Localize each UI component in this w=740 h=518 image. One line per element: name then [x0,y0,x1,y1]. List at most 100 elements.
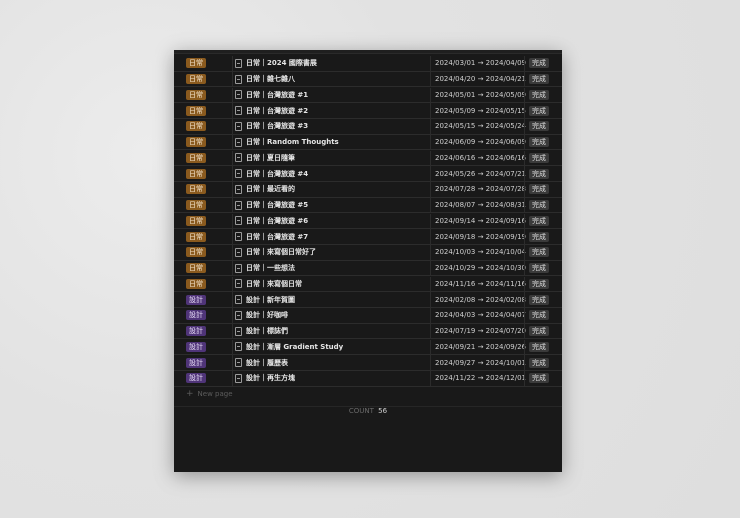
title-cell[interactable]: 設計｜再生方塊 [232,371,430,386]
category-cell: 日常 [174,214,232,229]
table-row[interactable]: 日常 日常｜台灣旅遊 #7 2024/09/18 → 2024/09/19 完成 [174,229,562,245]
new-page-button[interactable]: + New page [186,389,233,399]
table-row[interactable]: 設計 設計｜再生方塊 2024/11/22 → 2024/12/01 完成 [174,371,562,387]
category-cell: 日常 [174,229,232,244]
page-icon [235,373,242,383]
category-tag: 日常 [186,137,206,148]
title-cell[interactable]: 日常｜台灣旅遊 #2 [232,103,430,118]
title-cell[interactable]: 日常｜最近看的 [232,182,430,197]
table-row[interactable]: 日常 日常｜來寫個日常 2024/11/16 → 2024/11/16 完成 [174,276,562,293]
status-badge: 完成 [529,341,549,352]
table-row[interactable]: 設計 設計｜漸層 Gradient Study 2024/09/21 → 2024/… [174,339,562,356]
page-title[interactable]: 日常｜台灣旅遊 #7 [246,232,308,242]
page-title[interactable]: 日常｜台灣旅遊 #2 [246,106,308,116]
table-row[interactable]: 日常 日常｜台灣旅遊 #2 2024/05/09 → 2024/05/15 完成 [174,103,562,119]
title-cell[interactable]: 設計｜標誌們 [232,323,430,339]
title-cell[interactable]: 日常｜Random Thoughts [232,134,430,150]
date-range: 2024/04/20 → 2024/04/21 [430,71,526,87]
page-title[interactable]: 日常｜台灣旅遊 #3 [246,121,308,131]
date-range: 2024/04/03 → 2024/04/07 [430,308,526,323]
table-row[interactable]: 日常 日常｜台灣旅遊 #1 2024/05/01 → 2024/05/09 完成 [174,87,562,104]
page-title[interactable]: 日常｜雜七雜八 [246,74,295,84]
page-title[interactable]: 設計｜標誌們 [246,326,288,336]
table-row[interactable]: 設計 設計｜好咖啡 2024/04/03 → 2024/04/07 完成 [174,308,562,324]
title-cell[interactable]: 設計｜漸層 Gradient Study [232,339,430,355]
date-range: 2024/07/28 → 2024/07/28 [430,182,526,197]
page-icon [235,200,242,210]
title-cell[interactable]: 日常｜台灣旅遊 #1 [232,87,430,103]
category-tag: 日常 [186,58,206,69]
date-range: 2024/05/01 → 2024/05/09 [430,87,526,103]
status-cell: 完成 [524,56,562,71]
page-title[interactable]: 設計｜好咖啡 [246,310,288,320]
table-row[interactable]: 日常 日常｜Random Thoughts 2024/06/09 → 2024/06… [174,134,562,151]
title-cell[interactable]: 日常｜來寫個日常好了 [232,245,430,260]
status-badge: 完成 [529,58,549,69]
status-cell: 完成 [524,323,562,339]
category-cell: 日常 [174,151,232,166]
page-title[interactable]: 日常｜台灣旅遊 #4 [246,169,308,179]
status-cell: 完成 [524,119,562,134]
title-cell[interactable]: 日常｜夏日隨筆 [232,150,430,166]
table-row[interactable]: 日常 日常｜台灣旅遊 #3 2024/05/15 → 2024/05/24 完成 [174,119,562,135]
page-title[interactable]: 日常｜2024 國際書展 [246,58,317,68]
category-tag: 日常 [186,231,206,242]
status-badge: 完成 [529,373,549,384]
status-badge: 完成 [529,74,549,85]
table-row[interactable]: 設計 設計｜履歷表 2024/09/27 → 2024/10/01 完成 [174,355,562,371]
page-title[interactable]: 設計｜漸層 Gradient Study [246,342,343,352]
page-title[interactable]: 日常｜Random Thoughts [246,137,339,147]
category-cell: 設計 [174,308,232,323]
table-row[interactable]: 日常 日常｜夏日隨筆 2024/06/16 → 2024/06/16 完成 [174,150,562,167]
page-title[interactable]: 日常｜台灣旅遊 #1 [246,90,308,100]
page-title[interactable]: 設計｜再生方塊 [246,373,295,383]
page-title[interactable]: 日常｜來寫個日常 [246,279,302,289]
category-tag: 日常 [186,89,206,100]
page-title[interactable]: 日常｜來寫個日常好了 [246,247,316,257]
title-cell[interactable]: 日常｜來寫個日常 [232,276,430,292]
status-badge: 完成 [529,247,549,258]
table-row[interactable]: 設計 設計｜新年賀圖 2024/02/08 → 2024/02/08 完成 [174,292,562,308]
title-cell[interactable]: 設計｜新年賀圖 [232,292,430,307]
page-title[interactable]: 日常｜最近看的 [246,184,295,194]
page-icon [235,58,242,68]
table-row[interactable]: 日常 日常｜一些想法 2024/10/29 → 2024/10/30 完成 [174,260,562,277]
count-label: COUNT [348,407,374,415]
title-cell[interactable]: 日常｜2024 國際書展 [232,56,430,71]
title-cell[interactable]: 設計｜好咖啡 [232,308,430,323]
category-cell: 日常 [174,135,232,150]
table-row[interactable]: 日常 日常｜來寫個日常好了 2024/10/03 → 2024/10/04 完成 [174,245,562,261]
page-icon [235,121,242,131]
title-cell[interactable]: 日常｜一些想法 [232,260,430,276]
page-title[interactable]: 日常｜台灣旅遊 #6 [246,216,308,226]
title-cell[interactable]: 日常｜台灣旅遊 #7 [232,229,430,244]
table-row[interactable]: 設計 設計｜標誌們 2024/07/19 → 2024/07/20 完成 [174,323,562,340]
page-title[interactable]: 設計｜新年賀圖 [246,295,295,305]
table-row[interactable]: 日常 日常｜台灣旅遊 #6 2024/09/14 → 2024/09/16 完成 [174,213,562,230]
page-title[interactable]: 日常｜台灣旅遊 #5 [246,200,308,210]
table-row[interactable]: 日常 日常｜最近看的 2024/07/28 → 2024/07/28 完成 [174,182,562,198]
table-row[interactable]: 日常 日常｜台灣旅遊 #5 2024/08/07 → 2024/08/31 完成 [174,197,562,214]
status-cell: 完成 [524,134,562,150]
page-icon [235,279,242,289]
page-icon [235,342,242,352]
table-row[interactable]: 日常 日常｜雜七雜八 2024/04/20 → 2024/04/21 完成 [174,71,562,88]
table-row[interactable]: 日常 日常｜台灣旅遊 #4 2024/05/26 → 2024/07/21 完成 [174,166,562,182]
title-cell[interactable]: 日常｜台灣旅遊 #6 [232,213,430,229]
title-cell[interactable]: 設計｜履歷表 [232,355,430,370]
title-cell[interactable]: 日常｜雜七雜八 [232,71,430,87]
date-range: 2024/06/16 → 2024/06/16 [430,150,526,166]
title-cell[interactable]: 日常｜台灣旅遊 #3 [232,119,430,134]
title-cell[interactable]: 日常｜台灣旅遊 #5 [232,197,430,213]
page-title[interactable]: 日常｜一些想法 [246,263,295,273]
date-range: 2024/10/03 → 2024/10/04 [430,245,526,260]
page-title[interactable]: 日常｜夏日隨筆 [246,153,295,163]
category-cell: 日常 [174,261,232,276]
table-row[interactable]: 日常 日常｜2024 國際書展 2024/03/01 → 2024/04/09 完成 [174,56,562,72]
status-cell: 完成 [524,213,562,229]
category-cell: 設計 [174,371,232,386]
status-badge: 完成 [529,89,549,100]
title-cell[interactable]: 日常｜台灣旅遊 #4 [232,166,430,181]
page-title[interactable]: 設計｜履歷表 [246,358,288,368]
date-range: 2024/09/27 → 2024/10/01 [430,355,526,370]
